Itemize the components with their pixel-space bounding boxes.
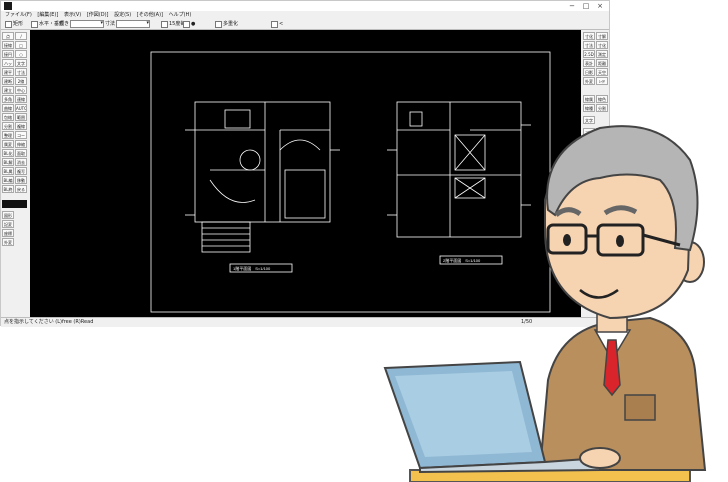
right-eye — [616, 235, 624, 247]
operator-illustration — [383, 125, 707, 482]
left-eye — [563, 234, 571, 246]
jacket-pocket — [624, 394, 656, 421]
hand — [579, 447, 621, 469]
